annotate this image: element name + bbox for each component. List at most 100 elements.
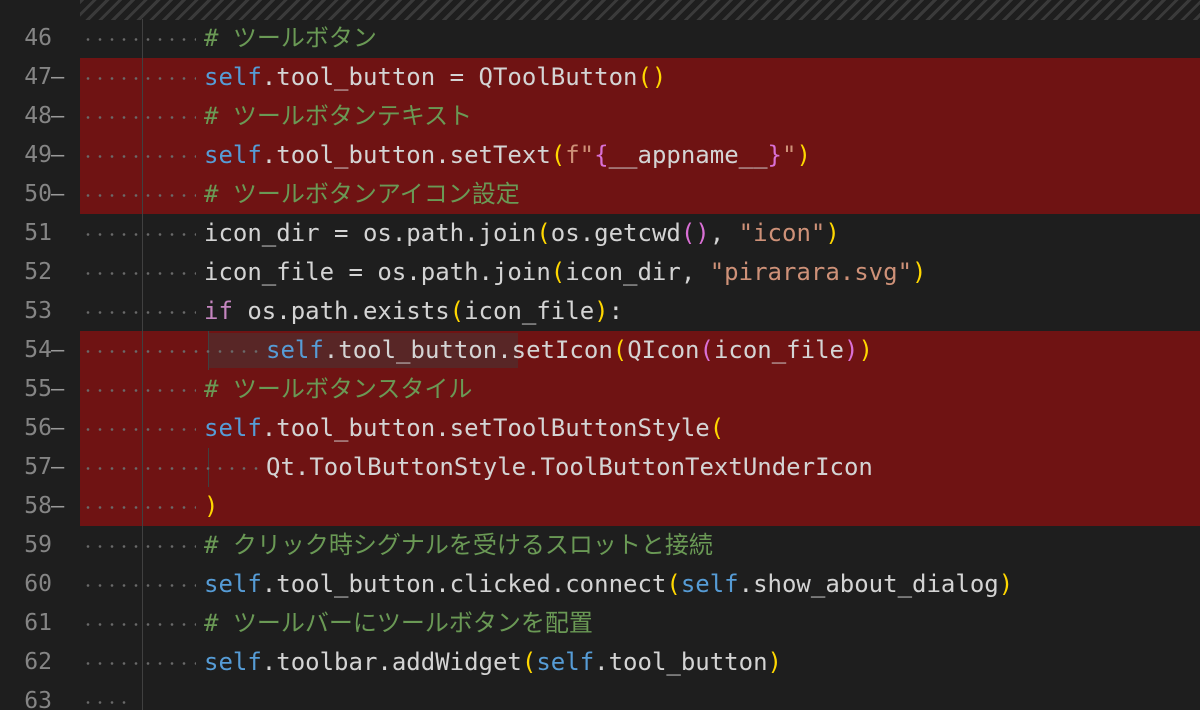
code-area[interactable]: Qt.ToolButtonStyle.ToolButtonTextUnderIc…: [80, 448, 1200, 487]
whitespace-dots: [82, 311, 196, 314]
line-number: 60: [24, 571, 52, 597]
code-line[interactable]: 58—): [0, 487, 1200, 526]
indent-guide: [142, 682, 143, 710]
code-area[interactable]: self.tool_button = QToolButton(): [80, 58, 1200, 97]
line-number: 53: [24, 298, 52, 324]
code-token: # ツールボタン: [204, 24, 377, 52]
code-token: icon_dir = os.path.join: [204, 219, 537, 247]
whitespace-dots: [82, 701, 132, 704]
code-token: ): [998, 570, 1014, 598]
code-token: (: [550, 141, 566, 169]
code-line[interactable]: 49— self.tool_button.setText(f"{__appname…: [0, 136, 1200, 175]
code-token: (: [536, 219, 551, 247]
code-token: self: [204, 570, 262, 598]
code-line[interactable]: 55— # ツールボタンスタイル: [0, 370, 1200, 409]
code-token: (: [550, 258, 566, 286]
whitespace-dots: [82, 545, 196, 548]
line-gutter: 47—: [0, 58, 80, 97]
code-token: os.getcwd: [550, 219, 681, 247]
line-gutter: 62: [0, 643, 80, 682]
code-token: f": [565, 141, 595, 169]
code-token: .show_about_dialog: [738, 570, 999, 598]
line-gutter: 54—: [0, 331, 80, 370]
code-text: Qt.ToolButtonStyle.ToolButtonTextUnderIc…: [266, 448, 873, 487]
code-token: ): [594, 297, 609, 325]
code-line[interactable]: 59 # クリック時シグナルを受けるスロットと接続: [0, 526, 1200, 565]
code-token: ): [858, 336, 873, 364]
line-gutter: 46: [0, 19, 80, 58]
line-gutter: 51: [0, 214, 80, 253]
code-area[interactable]: ): [80, 487, 1200, 526]
code-token: "icon": [738, 219, 826, 247]
code-text: # ツールボタンスタイル: [204, 370, 472, 409]
whitespace-dots: [82, 77, 196, 80]
whitespace-dots: [82, 155, 196, 158]
whitespace-dots: [82, 428, 196, 431]
code-area[interactable]: # ツールバーにツールボタンを配置: [80, 604, 1200, 643]
code-token: (: [612, 336, 628, 364]
code-token: .tool_button.clicked.connect: [261, 570, 667, 598]
line-gutter: 63: [0, 682, 80, 710]
code-editor[interactable]: 46 # ツールボタン 47— self.tool_button = QToolBut…: [0, 0, 1200, 710]
code-text: icon_dir = os.path.join(os.getcwd(), "ic…: [204, 214, 840, 253]
code-text: ): [204, 487, 218, 526]
code-area[interactable]: # クリック時シグナルを受けるスロットと接続: [80, 526, 1200, 565]
code-line[interactable]: 60 self.tool_button.clicked.connect(self.…: [0, 565, 1200, 604]
code-token: .tool_button.setText: [261, 141, 551, 169]
code-line[interactable]: 54— self.tool_button.setIcon(QIcon(icon_f…: [0, 331, 1200, 370]
line-gutter: 59: [0, 526, 80, 565]
code-token: (: [709, 414, 725, 442]
diff-deleted-marker: —: [51, 143, 65, 168]
code-area[interactable]: icon_file = os.path.join(icon_dir, "pira…: [80, 253, 1200, 292]
code-line[interactable]: 53 if os.path.exists(icon_file):: [0, 292, 1200, 331]
code-area[interactable]: # ツールボタンスタイル: [80, 370, 1200, 409]
line-number: 57: [24, 454, 52, 480]
code-area[interactable]: if os.path.exists(icon_file):: [80, 292, 1200, 331]
code-text: # ツールバーにツールボタンを配置: [204, 604, 593, 643]
line-number: 46: [24, 25, 52, 51]
code-line[interactable]: 57— Qt.ToolButtonStyle.ToolButtonTextUnde…: [0, 448, 1200, 487]
whitespace-dots: [82, 662, 196, 665]
code-area[interactable]: self.tool_button.setText(f"{__appname__}…: [80, 136, 1200, 175]
whitespace-dots: [82, 38, 196, 41]
code-area[interactable]: # ツールボタンテキスト: [80, 97, 1200, 136]
diff-deleted-marker: —: [51, 65, 65, 90]
code-token: .tool_button.setToolButtonStyle: [261, 414, 710, 442]
code-area[interactable]: self.tool_button.setToolButtonStyle(: [80, 409, 1200, 448]
line-gutter: 53: [0, 292, 80, 331]
code-token: ): [843, 336, 859, 364]
code-token: {: [594, 141, 609, 169]
code-token: (): [637, 63, 667, 91]
code-token: self: [204, 648, 262, 676]
code-token: ): [204, 492, 219, 520]
code-line[interactable]: 46 # ツールボタン: [0, 19, 1200, 58]
code-area[interactable]: # ツールボタン: [80, 19, 1200, 58]
line-gutter: 48—: [0, 97, 80, 136]
code-line[interactable]: 51 icon_dir = os.path.join(os.getcwd(), "…: [0, 214, 1200, 253]
code-token: (: [449, 297, 465, 325]
code-token: .tool_button = QToolButton: [261, 63, 638, 91]
code-token: "pirarara.svg": [709, 258, 913, 286]
line-gutter: 56—: [0, 409, 80, 448]
line-number: 48: [24, 103, 52, 129]
code-line[interactable]: 63: [0, 682, 1200, 710]
code-area[interactable]: self.tool_button.clicked.connect(self.sh…: [80, 565, 1200, 604]
code-line[interactable]: 52 icon_file = os.path.join(icon_dir, "pi…: [0, 253, 1200, 292]
code-area[interactable]: self.tool_button.setIcon(QIcon(icon_file…: [80, 331, 1200, 370]
line-gutter: 60: [0, 565, 80, 604]
whitespace-dots: [82, 194, 196, 197]
code-token: self: [266, 336, 324, 364]
diff-deleted-marker: —: [51, 104, 65, 129]
whitespace-dots: [82, 233, 196, 236]
code-area[interactable]: # ツールボタンアイコン設定: [80, 175, 1200, 214]
code-line[interactable]: 61 # ツールバーにツールボタンを配置: [0, 604, 1200, 643]
code-line[interactable]: 47— self.tool_button = QToolButton(): [0, 58, 1200, 97]
code-line[interactable]: 56— self.tool_button.setToolButtonStyle(: [0, 409, 1200, 448]
whitespace-dots: [82, 389, 196, 392]
code-line[interactable]: 62 self.toolbar.addWidget(self.tool_butto…: [0, 643, 1200, 682]
code-area[interactable]: self.toolbar.addWidget(self.tool_button): [80, 643, 1200, 682]
code-line[interactable]: 48— # ツールボタンテキスト: [0, 97, 1200, 136]
code-line[interactable]: 50— # ツールボタンアイコン設定: [0, 175, 1200, 214]
code-area[interactable]: [80, 682, 1200, 710]
code-area[interactable]: icon_dir = os.path.join(os.getcwd(), "ic…: [80, 214, 1200, 253]
